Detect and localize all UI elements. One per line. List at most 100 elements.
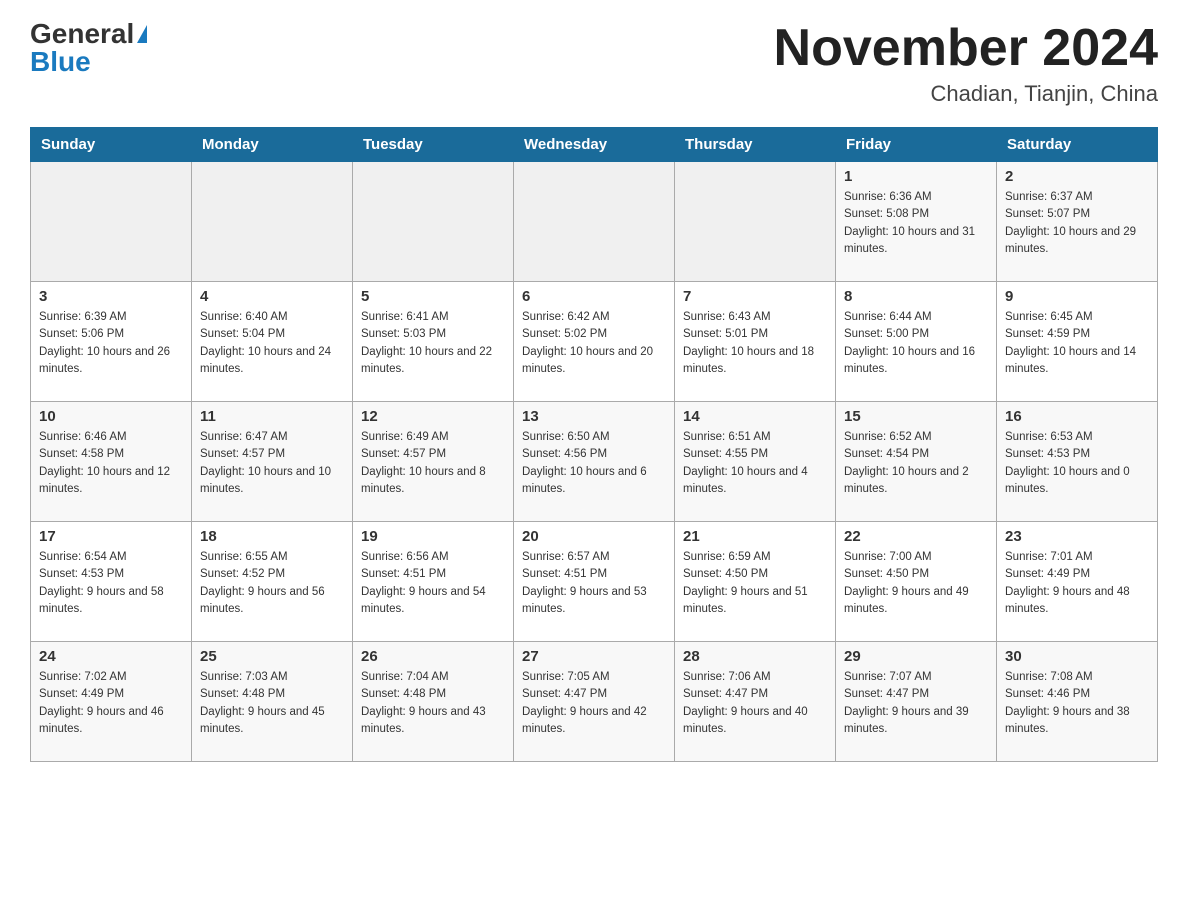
weekday-header-friday: Friday bbox=[836, 128, 997, 162]
calendar-cell bbox=[192, 162, 353, 282]
weekday-header-thursday: Thursday bbox=[675, 128, 836, 162]
calendar-cell: 29 Sunrise: 7:07 AMSunset: 4:47 PMDayligh… bbox=[836, 642, 997, 762]
day-number: 2 bbox=[1005, 168, 1149, 185]
calendar-cell: 1 Sunrise: 6:36 AMSunset: 5:08 PMDaylight… bbox=[836, 162, 997, 282]
day-info: Sunrise: 6:43 AMSunset: 5:01 PMDaylight:… bbox=[683, 309, 827, 378]
weekday-header-saturday: Saturday bbox=[997, 128, 1158, 162]
calendar-cell: 19Sunrise: 6:56 AMSunset: 4:51 PMDayligh… bbox=[353, 522, 514, 642]
day-number: 8 bbox=[844, 288, 988, 305]
calendar-cell: 11Sunrise: 6:47 AMSunset: 4:57 PMDayligh… bbox=[192, 402, 353, 522]
calendar-cell: 18 Sunrise: 6:55 AMSunset: 4:52 PMDayligh… bbox=[192, 522, 353, 642]
weekday-header-row: SundayMondayTuesdayWednesdayThursdayFrid… bbox=[31, 128, 1158, 162]
calendar-cell: 24 Sunrise: 7:02 AMSunset: 4:49 PMDayligh… bbox=[31, 642, 192, 762]
weekday-header-wednesday: Wednesday bbox=[514, 128, 675, 162]
day-number: 19 bbox=[361, 528, 505, 545]
month-title: November 2024 bbox=[774, 20, 1158, 77]
calendar-cell: 28 Sunrise: 7:06 AMSunset: 4:47 PMDayligh… bbox=[675, 642, 836, 762]
day-info: Sunrise: 7:06 AMSunset: 4:47 PMDaylight:… bbox=[683, 669, 827, 738]
day-number: 7 bbox=[683, 288, 827, 305]
calendar-cell: 23Sunrise: 7:01 AMSunset: 4:49 PMDayligh… bbox=[997, 522, 1158, 642]
day-number: 22 bbox=[844, 528, 988, 545]
day-number: 10 bbox=[39, 408, 183, 425]
day-number: 5 bbox=[361, 288, 505, 305]
calendar-cell: 12 Sunrise: 6:49 AMSunset: 4:57 PMDayligh… bbox=[353, 402, 514, 522]
calendar-cell: 30Sunrise: 7:08 AMSunset: 4:46 PMDayligh… bbox=[997, 642, 1158, 762]
day-info: Sunrise: 6:37 AMSunset: 5:07 PMDaylight:… bbox=[1005, 189, 1149, 258]
calendar-cell: 22 Sunrise: 7:00 AMSunset: 4:50 PMDayligh… bbox=[836, 522, 997, 642]
calendar-table: SundayMondayTuesdayWednesdayThursdayFrid… bbox=[30, 127, 1158, 762]
day-info: Sunrise: 6:44 AMSunset: 5:00 PMDaylight:… bbox=[844, 309, 988, 378]
calendar-cell: 9 Sunrise: 6:45 AMSunset: 4:59 PMDaylight… bbox=[997, 282, 1158, 402]
day-info: Sunrise: 6:36 AMSunset: 5:08 PMDaylight:… bbox=[844, 189, 988, 258]
day-number: 21 bbox=[683, 528, 827, 545]
day-number: 24 bbox=[39, 648, 183, 665]
header: General Blue November 2024 Chadian, Tian… bbox=[30, 20, 1158, 107]
logo-blue-text: Blue bbox=[30, 48, 91, 76]
day-number: 14 bbox=[683, 408, 827, 425]
logo: General Blue bbox=[30, 20, 147, 76]
calendar-cell: 13 Sunrise: 6:50 AMSunset: 4:56 PMDayligh… bbox=[514, 402, 675, 522]
calendar-cell: 10 Sunrise: 6:46 AMSunset: 4:58 PMDayligh… bbox=[31, 402, 192, 522]
day-info: Sunrise: 6:47 AMSunset: 4:57 PMDaylight:… bbox=[200, 429, 344, 498]
week-row-4: 17 Sunrise: 6:54 AMSunset: 4:53 PMDayligh… bbox=[31, 522, 1158, 642]
week-row-1: 1 Sunrise: 6:36 AMSunset: 5:08 PMDaylight… bbox=[31, 162, 1158, 282]
calendar-cell: 5 Sunrise: 6:41 AMSunset: 5:03 PMDaylight… bbox=[353, 282, 514, 402]
day-info: Sunrise: 6:41 AMSunset: 5:03 PMDaylight:… bbox=[361, 309, 505, 378]
day-info: Sunrise: 7:07 AMSunset: 4:47 PMDaylight:… bbox=[844, 669, 988, 738]
day-info: Sunrise: 7:00 AMSunset: 4:50 PMDaylight:… bbox=[844, 549, 988, 618]
day-number: 17 bbox=[39, 528, 183, 545]
day-info: Sunrise: 6:53 AMSunset: 4:53 PMDaylight:… bbox=[1005, 429, 1149, 498]
calendar-cell: 21Sunrise: 6:59 AMSunset: 4:50 PMDayligh… bbox=[675, 522, 836, 642]
calendar-cell: 20Sunrise: 6:57 AMSunset: 4:51 PMDayligh… bbox=[514, 522, 675, 642]
day-info: Sunrise: 6:40 AMSunset: 5:04 PMDaylight:… bbox=[200, 309, 344, 378]
day-info: Sunrise: 7:02 AMSunset: 4:49 PMDaylight:… bbox=[39, 669, 183, 738]
calendar-cell bbox=[353, 162, 514, 282]
day-number: 4 bbox=[200, 288, 344, 305]
calendar-cell bbox=[31, 162, 192, 282]
title-area: November 2024 Chadian, Tianjin, China bbox=[774, 20, 1158, 107]
logo-triangle-icon bbox=[137, 25, 147, 43]
day-number: 28 bbox=[683, 648, 827, 665]
day-info: Sunrise: 6:39 AMSunset: 5:06 PMDaylight:… bbox=[39, 309, 183, 378]
day-number: 9 bbox=[1005, 288, 1149, 305]
day-number: 13 bbox=[522, 408, 666, 425]
calendar-cell: 6Sunrise: 6:42 AMSunset: 5:02 PMDaylight… bbox=[514, 282, 675, 402]
weekday-header-monday: Monday bbox=[192, 128, 353, 162]
day-info: Sunrise: 6:57 AMSunset: 4:51 PMDaylight:… bbox=[522, 549, 666, 618]
day-info: Sunrise: 6:49 AMSunset: 4:57 PMDaylight:… bbox=[361, 429, 505, 498]
day-number: 26 bbox=[361, 648, 505, 665]
day-info: Sunrise: 6:50 AMSunset: 4:56 PMDaylight:… bbox=[522, 429, 666, 498]
day-info: Sunrise: 6:54 AMSunset: 4:53 PMDaylight:… bbox=[39, 549, 183, 618]
day-info: Sunrise: 6:46 AMSunset: 4:58 PMDaylight:… bbox=[39, 429, 183, 498]
day-info: Sunrise: 6:51 AMSunset: 4:55 PMDaylight:… bbox=[683, 429, 827, 498]
calendar-cell: 16 Sunrise: 6:53 AMSunset: 4:53 PMDayligh… bbox=[997, 402, 1158, 522]
calendar-cell: 4 Sunrise: 6:40 AMSunset: 5:04 PMDaylight… bbox=[192, 282, 353, 402]
day-info: Sunrise: 7:04 AMSunset: 4:48 PMDaylight:… bbox=[361, 669, 505, 738]
calendar-cell bbox=[675, 162, 836, 282]
calendar-cell: 25Sunrise: 7:03 AMSunset: 4:48 PMDayligh… bbox=[192, 642, 353, 762]
calendar-cell: 17 Sunrise: 6:54 AMSunset: 4:53 PMDayligh… bbox=[31, 522, 192, 642]
logo-general-text: General bbox=[30, 20, 134, 48]
week-row-3: 10 Sunrise: 6:46 AMSunset: 4:58 PMDayligh… bbox=[31, 402, 1158, 522]
calendar-cell: 7 Sunrise: 6:43 AMSunset: 5:01 PMDaylight… bbox=[675, 282, 836, 402]
day-number: 12 bbox=[361, 408, 505, 425]
calendar-cell: 8 Sunrise: 6:44 AMSunset: 5:00 PMDaylight… bbox=[836, 282, 997, 402]
day-number: 16 bbox=[1005, 408, 1149, 425]
week-row-2: 3Sunrise: 6:39 AMSunset: 5:06 PMDaylight… bbox=[31, 282, 1158, 402]
day-number: 18 bbox=[200, 528, 344, 545]
day-info: Sunrise: 6:55 AMSunset: 4:52 PMDaylight:… bbox=[200, 549, 344, 618]
day-number: 6 bbox=[522, 288, 666, 305]
day-number: 27 bbox=[522, 648, 666, 665]
location-title: Chadian, Tianjin, China bbox=[774, 81, 1158, 107]
day-info: Sunrise: 7:08 AMSunset: 4:46 PMDaylight:… bbox=[1005, 669, 1149, 738]
day-number: 29 bbox=[844, 648, 988, 665]
day-info: Sunrise: 7:03 AMSunset: 4:48 PMDaylight:… bbox=[200, 669, 344, 738]
calendar-cell: 15Sunrise: 6:52 AMSunset: 4:54 PMDayligh… bbox=[836, 402, 997, 522]
day-info: Sunrise: 6:52 AMSunset: 4:54 PMDaylight:… bbox=[844, 429, 988, 498]
day-info: Sunrise: 7:01 AMSunset: 4:49 PMDaylight:… bbox=[1005, 549, 1149, 618]
calendar-cell: 27Sunrise: 7:05 AMSunset: 4:47 PMDayligh… bbox=[514, 642, 675, 762]
day-number: 1 bbox=[844, 168, 988, 185]
weekday-header-sunday: Sunday bbox=[31, 128, 192, 162]
calendar-cell: 3Sunrise: 6:39 AMSunset: 5:06 PMDaylight… bbox=[31, 282, 192, 402]
day-info: Sunrise: 6:45 AMSunset: 4:59 PMDaylight:… bbox=[1005, 309, 1149, 378]
